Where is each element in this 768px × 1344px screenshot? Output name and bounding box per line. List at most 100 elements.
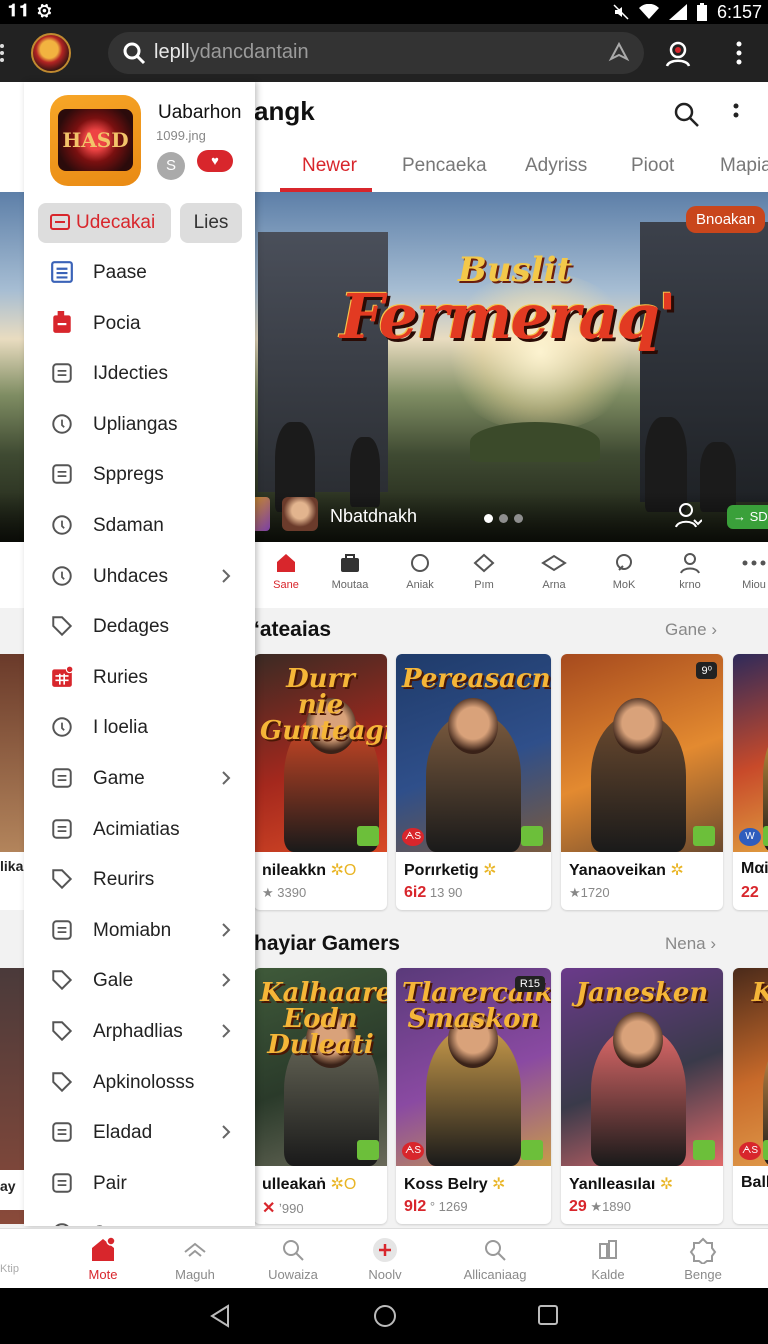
- drawer-item-paase[interactable]: Paase: [24, 250, 255, 296]
- drawer-item-reurirs[interactable]: Reurirs: [24, 857, 255, 903]
- tab-pencaeka[interactable]: Pencaeka: [402, 155, 487, 177]
- game-title-text: Yanaoveikan: [569, 862, 666, 879]
- drawer-item-sr[interactable]: Sr: [24, 1211, 255, 1226]
- overflow-left-icon[interactable]: [0, 38, 10, 68]
- more-vert-icon[interactable]: [728, 40, 750, 66]
- drawer-heart-badge[interactable]: ♥: [197, 150, 233, 172]
- tab-pioot[interactable]: Pioot: [631, 155, 674, 177]
- drawer-item-pair[interactable]: Pair: [24, 1161, 255, 1207]
- drawer-item-acimiatias[interactable]: Acimiatias: [24, 807, 255, 853]
- battery-icon: [696, 3, 707, 21]
- game-card[interactable]: Tlarercalk Smaskon R15 ᗅS Koss Belry ✲ 9l2 °…: [396, 968, 551, 1224]
- category-pim[interactable]: Pım: [452, 550, 516, 591]
- profile-icon[interactable]: [664, 39, 692, 67]
- drawer-item-ruries[interactable]: Ruries: [24, 655, 255, 701]
- page-icon: [52, 464, 72, 485]
- bottom-nav-mote[interactable]: Mote: [58, 1236, 148, 1282]
- game-card-art-title: Durr nie Gunteagn: [260, 664, 387, 746]
- game-title-text: Mαi: [741, 860, 768, 877]
- game-card-hero-head: [613, 698, 663, 754]
- category-aniak[interactable]: Aniak: [388, 550, 452, 591]
- game-rating-count: ★1720: [569, 885, 610, 900]
- bottom-nav-allicaniaag[interactable]: Allicaniaag: [450, 1236, 540, 1282]
- category-arna[interactable]: Arna: [522, 550, 586, 591]
- section-title: hayiar Gamers: [254, 932, 400, 955]
- game-card[interactable]: Kalhaarerk Eodn Duleati ulleakaṅ ✲O ✕ ʼ990: [254, 968, 387, 1224]
- drawer-item-pocia[interactable]: Pocia: [24, 301, 255, 347]
- bottom-nav-kalde[interactable]: Kalde: [563, 1236, 653, 1282]
- wifi-icon: [638, 4, 659, 19]
- drawer-item-upliangas[interactable]: Upliangas: [24, 402, 255, 448]
- banner-action-pill[interactable]: → SD: [727, 505, 768, 529]
- bottom-nav-uowaiza[interactable]: Uowaiza: [248, 1236, 338, 1282]
- banner-badge: Bnoakan: [686, 206, 766, 233]
- drawer-app-logo[interactable]: HASD: [50, 95, 141, 186]
- share-icon[interactable]: [608, 41, 630, 63]
- drawer-primary-button[interactable]: Udecakai: [38, 203, 171, 243]
- shape-icon: [52, 1071, 73, 1092]
- bottom-nav-benge[interactable]: Benge: [658, 1236, 748, 1282]
- chevron-right-icon: ›: [711, 620, 717, 639]
- category-krno[interactable]: krno: [658, 550, 722, 591]
- game-score: 22: [741, 884, 759, 901]
- user-icon[interactable]: [674, 502, 702, 528]
- circle-info-icon: [52, 515, 72, 535]
- bottom-nav-label: Allicaniaag: [463, 1267, 527, 1282]
- drawer-item-game[interactable]: Game: [24, 756, 255, 802]
- status-time: 6:157: [716, 1, 762, 22]
- more-vert-icon[interactable]: [726, 102, 746, 128]
- game-score: 9l2: [404, 1198, 427, 1215]
- drawer-item-label: Sppregs: [93, 464, 164, 486]
- bottom-nav-maguh[interactable]: Maguh: [150, 1236, 240, 1282]
- bottom-nav-label: Kalde: [591, 1267, 625, 1282]
- category-moutaa[interactable]: Moutaa: [318, 550, 382, 591]
- game-card[interactable]: W Mαi 22: [733, 654, 768, 910]
- game-rating-count: ʼ990: [279, 1201, 304, 1216]
- drawer-item-sdaman[interactable]: Sdaman: [24, 503, 255, 549]
- drawer-item-i-loelia[interactable]: I loelia: [24, 705, 255, 751]
- search-input[interactable]: lepllydancdantain: [108, 32, 644, 74]
- drawer-item-label: Upliangas: [93, 413, 178, 435]
- drawer-item-uhdaces[interactable]: Uhdaces: [24, 554, 255, 600]
- game-card[interactable]: Pereasacn ᗅS Porırketig ✲ 6i2 13 90: [396, 654, 551, 910]
- drawer-item-sppregs[interactable]: Sppregs: [24, 452, 255, 498]
- drawer-item-dedages[interactable]: Dedages: [24, 604, 255, 650]
- tab-newer[interactable]: Newer: [302, 155, 357, 177]
- game-card[interactable]: Durr nie Gunteagn nileakkn ✲O ★ 3390: [254, 654, 387, 910]
- publisher-badge: ᗅS: [739, 1142, 761, 1160]
- drawer-item-ijdecties[interactable]: IJdecties: [24, 351, 255, 397]
- section-more-link[interactable]: Nena ›: [665, 934, 716, 954]
- drawer-item-label: Ruries: [93, 666, 148, 688]
- category-miou[interactable]: Miou: [722, 550, 768, 591]
- drawer-circle-badge[interactable]: S: [157, 152, 185, 180]
- tab-mapia[interactable]: Mapia: [720, 155, 768, 177]
- search-icon[interactable]: [672, 100, 700, 128]
- section-more-link[interactable]: Gane ›: [665, 620, 717, 640]
- home-nav-icon[interactable]: [373, 1304, 397, 1328]
- game-card[interactable]: Janesken Yanlleasılaı ✲ 29 ★1890: [561, 968, 723, 1224]
- bottom-nav-noolv[interactable]: Noolv: [340, 1236, 430, 1282]
- game-card[interactable]: K ᗅS Balk: [733, 968, 768, 1224]
- plus-circle-icon: [373, 1238, 397, 1262]
- carousel-dots[interactable]: [484, 514, 523, 523]
- back-icon[interactable]: [208, 1304, 232, 1328]
- drawer-secondary-button[interactable]: Lies: [180, 203, 242, 243]
- recents-icon[interactable]: [537, 1304, 559, 1326]
- category-label: MoK: [612, 579, 636, 591]
- category-mok[interactable]: MoK: [592, 550, 656, 591]
- tab-adyriss[interactable]: Adyriss: [525, 155, 587, 177]
- drawer-item-apkinolosss[interactable]: Apkinolosss: [24, 1060, 255, 1106]
- category-sane[interactable]: Sane: [254, 550, 318, 591]
- game-card-art-title: Kalhaarerk Eodn Duleati: [260, 978, 387, 1060]
- search-placeholder: ydancdantain: [189, 41, 309, 63]
- game-score: ✕: [262, 1200, 276, 1217]
- drawer-item-gale[interactable]: Gale: [24, 958, 255, 1004]
- drawer-item-label: Pair: [93, 1172, 127, 1194]
- drawer-item-momiabn[interactable]: Momiabn: [24, 908, 255, 954]
- drawer-item-eladad[interactable]: Eladad: [24, 1110, 255, 1156]
- game-card[interactable]: 9⁰ Yanaoveikan ✲ ★1720: [561, 654, 723, 910]
- app-logo[interactable]: [31, 33, 71, 73]
- drawer-item-arphadlias[interactable]: Arphadlias: [24, 1009, 255, 1055]
- banner-avatar[interactable]: [282, 497, 318, 531]
- drawer-item-label: Acimiatias: [93, 818, 180, 840]
